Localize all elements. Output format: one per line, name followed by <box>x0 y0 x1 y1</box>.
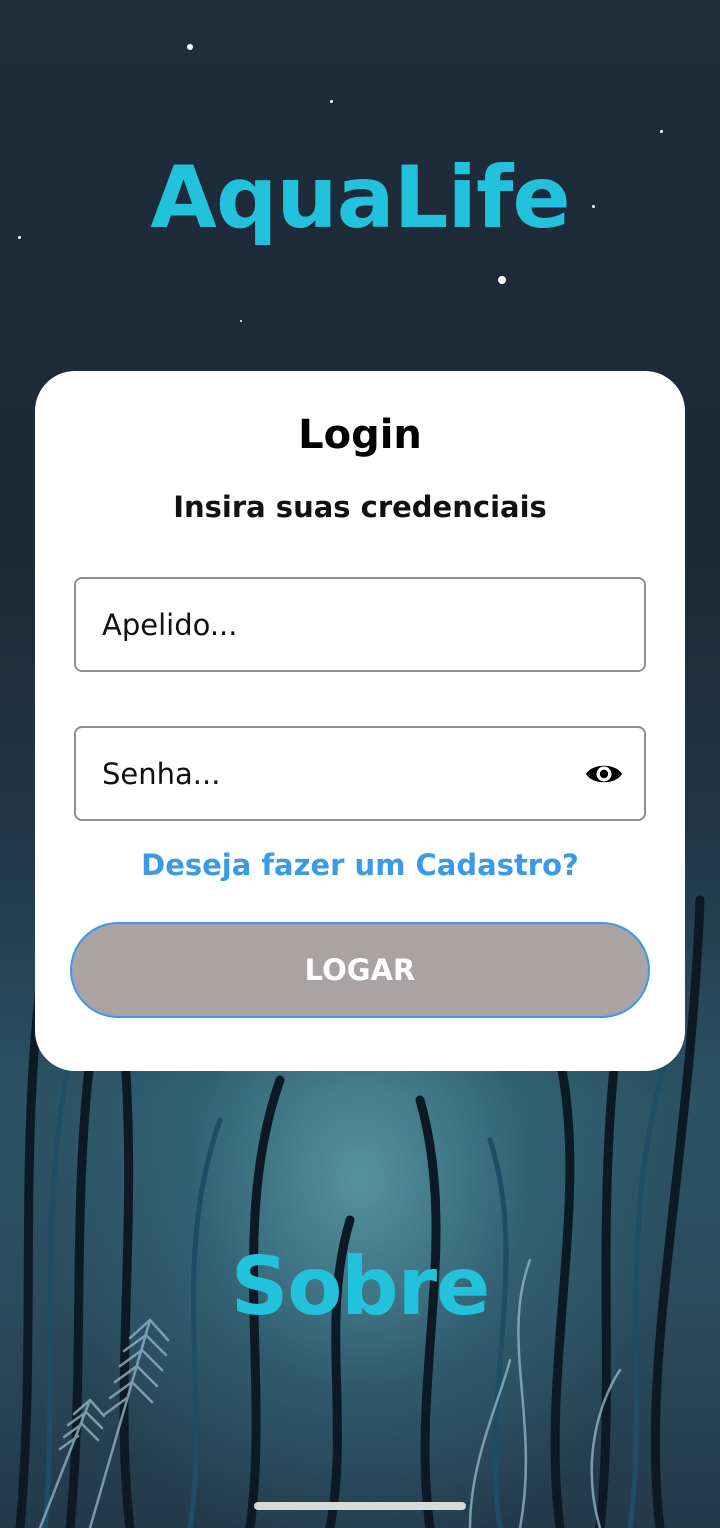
star <box>187 44 193 50</box>
signup-link[interactable]: Deseja fazer um Cadastro? <box>0 848 720 882</box>
login-title: Login <box>298 412 422 458</box>
login-subtitle: Insira suas credenciais <box>173 490 547 524</box>
login-button[interactable]: LOGAR <box>70 922 650 1018</box>
password-input[interactable] <box>102 728 572 819</box>
star <box>240 320 242 322</box>
star <box>660 130 663 133</box>
username-input[interactable] <box>102 579 572 670</box>
star <box>330 100 333 103</box>
about-link[interactable]: Sobre <box>0 1240 720 1333</box>
eye-icon[interactable] <box>584 757 624 791</box>
star <box>498 276 506 284</box>
username-field[interactable] <box>74 577 646 672</box>
password-field[interactable] <box>74 726 646 821</box>
app-title: AquaLife <box>150 148 570 248</box>
home-indicator <box>254 1502 466 1510</box>
